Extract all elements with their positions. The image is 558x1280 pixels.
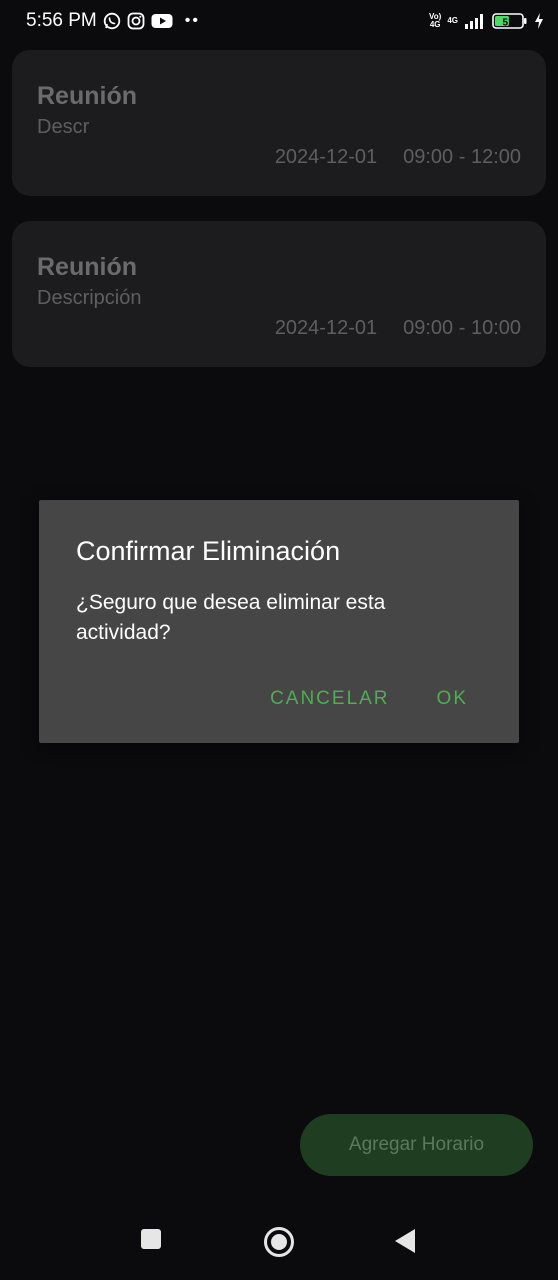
- volte-indicator: Vo) 4G: [429, 13, 441, 29]
- battery-level: 51: [502, 18, 514, 29]
- network-4g-label: 4G: [447, 16, 458, 25]
- dialog-actions: CANCELAR OK: [270, 688, 468, 710]
- activity-title: Reunión: [37, 253, 137, 281]
- activity-date: 2024-12-01: [274, 146, 378, 168]
- activity-time-range: 09:00 - 10:00: [403, 317, 521, 339]
- status-left: 5:56 PM ••: [26, 10, 200, 32]
- activity-time-range: 09:00 - 12:00: [403, 146, 521, 168]
- cancel-button[interactable]: CANCELAR: [270, 688, 389, 710]
- network-indicator: 4G: [447, 17, 458, 25]
- activity-description: Descr: [37, 116, 90, 138]
- activity-description: Descripción: [37, 287, 142, 309]
- youtube-icon: [151, 13, 173, 29]
- activity-list: Reunión Descr 2024-12-01 09:00 - 12:00 R…: [12, 50, 546, 392]
- activity-meta: 2024-12-01 09:00 - 12:00: [275, 146, 521, 169]
- activity-card[interactable]: Reunión Descr 2024-12-01 09:00 - 12:00: [12, 50, 546, 196]
- dialog-title: Confirmar Eliminación: [76, 536, 341, 566]
- recent-apps-icon[interactable]: [140, 1228, 162, 1250]
- status-time: 5:56 PM: [26, 10, 97, 31]
- ok-button[interactable]: OK: [437, 688, 468, 710]
- dialog-message: ¿Seguro que desea eliminar esta activida…: [76, 591, 386, 644]
- whatsapp-icon: [103, 12, 121, 30]
- back-icon[interactable]: [394, 1228, 416, 1254]
- status-right: Vo) 4G 4G 51: [429, 12, 544, 30]
- status-bar: 5:56 PM •• Vo) 4G 4G 51: [0, 0, 558, 42]
- instagram-icon: [127, 12, 145, 30]
- activity-card[interactable]: Reunión Descripción 2024-12-01 09:00 - 1…: [12, 221, 546, 367]
- volte-4g-label: 4G: [429, 20, 441, 29]
- activity-title: Reunión: [37, 82, 137, 110]
- add-schedule-button[interactable]: Agregar Horario: [300, 1114, 533, 1176]
- activity-date: 2024-12-01: [274, 317, 378, 339]
- confirm-delete-dialog: Confirmar Eliminación ¿Seguro que desea …: [39, 500, 519, 743]
- more-notifications-indicator: ••: [184, 12, 200, 29]
- battery-icon: 51: [492, 12, 528, 30]
- activity-meta: 2024-12-01 09:00 - 10:00: [275, 317, 521, 340]
- system-nav-bar: [0, 1200, 558, 1280]
- home-icon[interactable]: [263, 1226, 295, 1258]
- charging-icon: [534, 13, 544, 29]
- signal-icon: [464, 13, 486, 29]
